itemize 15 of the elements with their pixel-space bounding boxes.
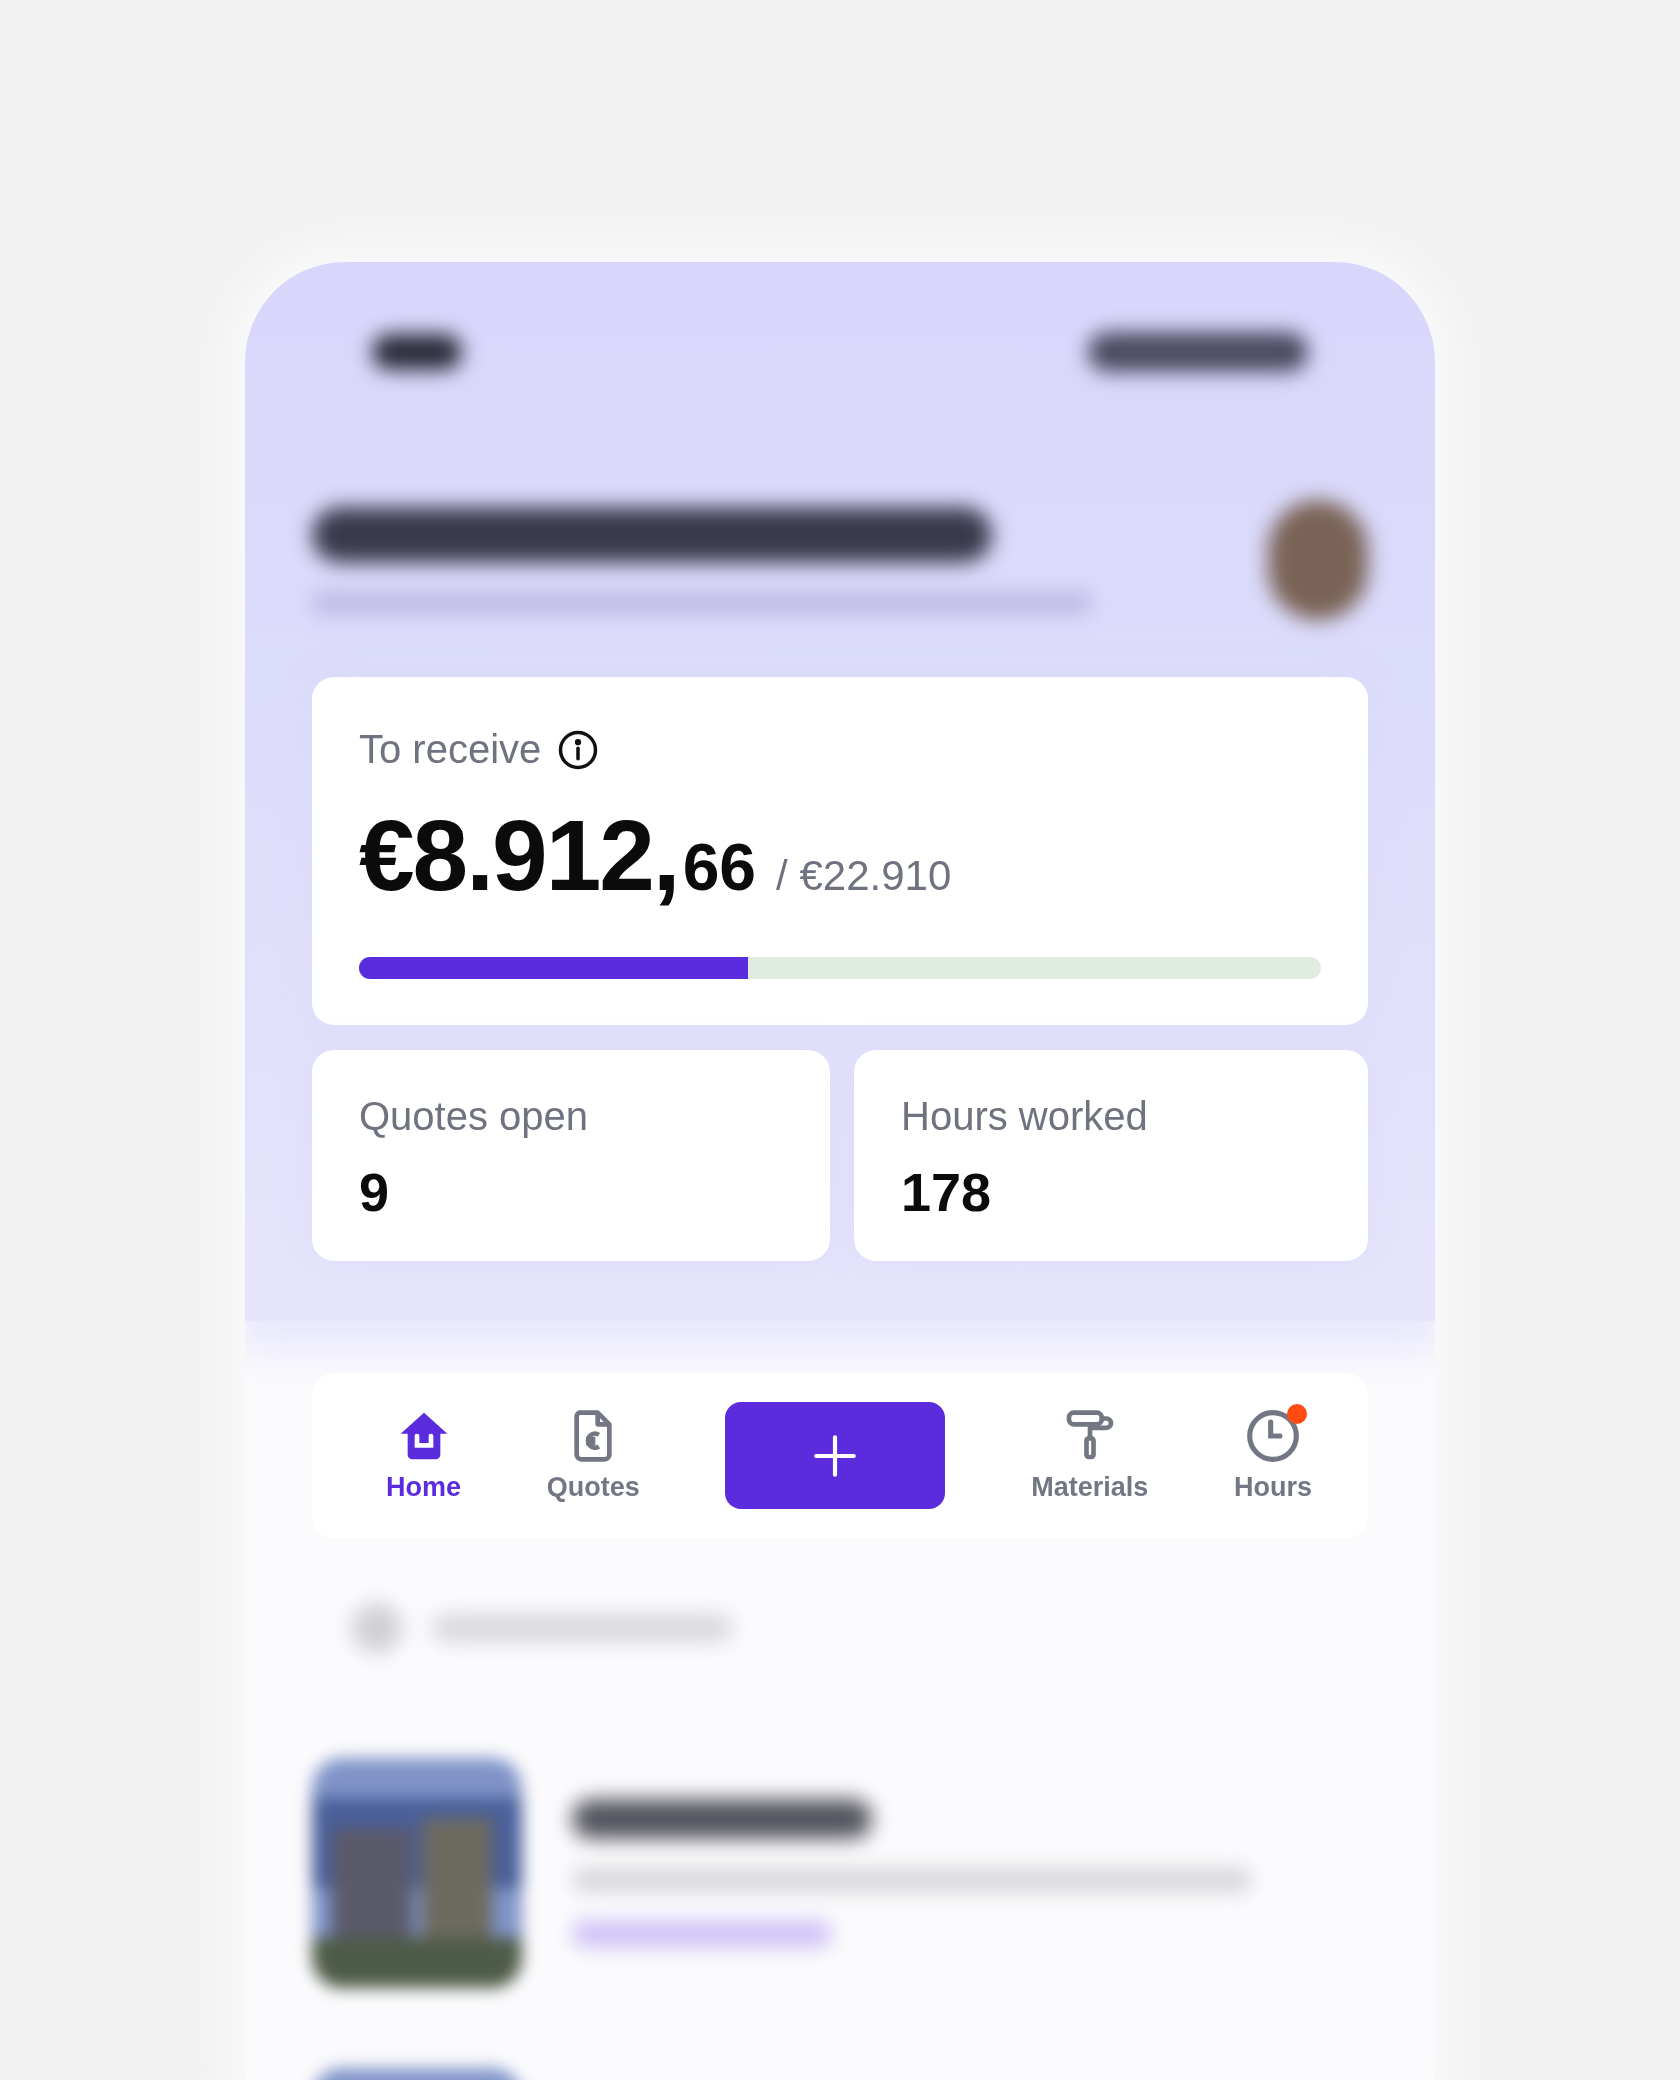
info-icon[interactable] bbox=[557, 728, 600, 771]
stat-label: Hours worked bbox=[901, 1094, 1149, 1139]
clock-icon bbox=[1244, 1408, 1301, 1464]
nav-tab[interactable]: Materials bbox=[1031, 1408, 1149, 1503]
balance-amount: €8.912, bbox=[359, 798, 679, 913]
add-button[interactable] bbox=[725, 1402, 946, 1509]
stat-value: 9 bbox=[359, 1161, 391, 1223]
stat-value: 178 bbox=[901, 1161, 993, 1223]
nav-tab[interactable]: Home bbox=[386, 1408, 461, 1503]
stat-label: Quotes open bbox=[359, 1094, 590, 1139]
balance-label: To receive bbox=[359, 727, 542, 772]
balance-cents: 66 bbox=[682, 829, 757, 905]
nav-tab[interactable]: Hours bbox=[1233, 1408, 1312, 1503]
balance-total: / €22.910 bbox=[776, 852, 952, 900]
nav-tab[interactable]: Quotes bbox=[546, 1408, 640, 1503]
